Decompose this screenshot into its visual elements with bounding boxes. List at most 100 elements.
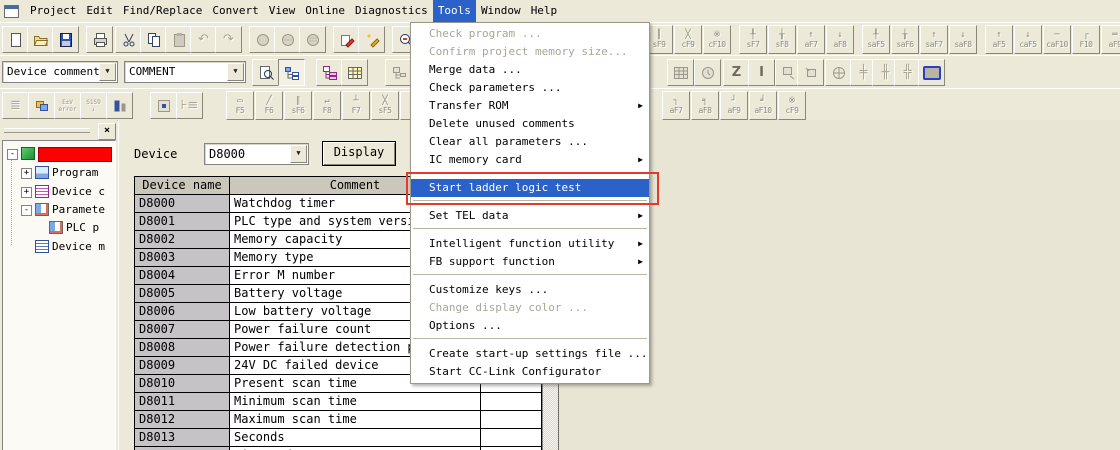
ladder-tool-button[interactable]: ╳ cF9 bbox=[674, 25, 702, 54]
menu-item[interactable]: Customize keys ... ▶ bbox=[411, 281, 649, 299]
comment-cell[interactable]: Minimum scan time bbox=[230, 393, 481, 411]
device-name-cell[interactable]: D8003 bbox=[135, 249, 230, 267]
find-instruction-button[interactable] bbox=[274, 26, 301, 53]
save-button[interactable] bbox=[52, 26, 79, 53]
parameter-grid-button[interactable] bbox=[341, 59, 368, 86]
extra-cell[interactable] bbox=[481, 393, 541, 411]
table-row[interactable]: D8012 Maximum scan time bbox=[135, 411, 541, 429]
tree-item-project-root[interactable]: - bbox=[3, 146, 113, 162]
menubar-item[interactable]: View bbox=[264, 0, 301, 22]
menu-item[interactable]: Intelligent function utility ▶ bbox=[411, 235, 649, 253]
block-monitor-button[interactable] bbox=[106, 92, 133, 119]
device-name-cell[interactable]: D8005 bbox=[135, 285, 230, 303]
fkey-tool-button[interactable]: ↵ F8 bbox=[313, 91, 341, 120]
device-comment-tree-button[interactable] bbox=[316, 59, 343, 86]
undo-button[interactable]: ↶ bbox=[190, 26, 217, 53]
fkey-tool-button[interactable]: ╱ F6 bbox=[255, 91, 283, 120]
project-data-list-button[interactable] bbox=[278, 59, 305, 86]
dropdown-arrow-icon[interactable]: ▼ bbox=[227, 63, 244, 81]
menubar-item[interactable]: Find/Replace bbox=[118, 0, 207, 22]
open-file-button[interactable] bbox=[27, 26, 54, 53]
tree-item-device-comment[interactable]: + Device c bbox=[3, 184, 113, 200]
ladder-tool-button[interactable]: ↑ saF7 bbox=[920, 25, 948, 54]
partial-run-button[interactable] bbox=[28, 92, 55, 119]
menu-item[interactable]: Confirm project memory size... ▶ bbox=[411, 43, 649, 61]
paste-button[interactable] bbox=[165, 26, 192, 53]
device-test-button[interactable] bbox=[150, 92, 177, 119]
insert-nop-button[interactable]: ╬ bbox=[894, 59, 921, 86]
device-name-cell[interactable]: D8001 bbox=[135, 213, 230, 231]
table-row[interactable]: D8013 Seconds bbox=[135, 429, 541, 447]
dropdown-arrow-icon[interactable]: ▼ bbox=[290, 145, 307, 163]
new-file-button[interactable] bbox=[2, 26, 29, 53]
menubar-item[interactable]: Project bbox=[25, 0, 81, 22]
ladder-tool-button[interactable]: ╁ sF8 bbox=[768, 25, 796, 54]
ladder-tool-button[interactable]: ※ cF10 bbox=[703, 25, 731, 54]
data-kind-combobox[interactable]: Device comment ▼ bbox=[2, 61, 118, 83]
menu-item[interactable]: ▶ bbox=[413, 274, 647, 278]
device-name-cell[interactable]: D8006 bbox=[135, 303, 230, 321]
menu-item[interactable]: Merge data ... ▶ bbox=[411, 61, 649, 79]
menu-item[interactable]: Clear all parameters ... ▶ bbox=[411, 133, 649, 151]
ladder-tool-button[interactable]: ↓ aF8 bbox=[826, 25, 854, 54]
statement-edit-button[interactable] bbox=[358, 26, 385, 53]
tree-item-parameter[interactable]: - Paramete bbox=[3, 202, 113, 218]
data-name-combobox[interactable]: COMMENT ▼ bbox=[124, 61, 246, 83]
device-name-cell[interactable]: D8013 bbox=[135, 429, 230, 447]
menubar-item[interactable]: Edit bbox=[81, 0, 118, 22]
device-combobox[interactable]: D8000 ▼ bbox=[204, 143, 309, 165]
expand-toggle[interactable]: - bbox=[7, 149, 18, 160]
menubar-item[interactable]: Convert bbox=[207, 0, 263, 22]
tile-button[interactable] bbox=[797, 59, 824, 86]
menu-item[interactable]: Set TEL data ▶ bbox=[411, 207, 649, 225]
ladder-tool-button[interactable]: ↑ aF7 bbox=[797, 25, 825, 54]
ladder-tool-button[interactable]: ↓ saF8 bbox=[949, 25, 977, 54]
device-name-cell[interactable]: D8012 bbox=[135, 411, 230, 429]
comment-cell[interactable]: Seconds bbox=[230, 429, 481, 447]
ladder-tool-button[interactable]: ↑ aF5 bbox=[985, 25, 1013, 54]
monitor-button[interactable] bbox=[918, 59, 945, 86]
menubar-item[interactable]: Diagnostics bbox=[350, 0, 433, 22]
device-name-cell[interactable]: D8009 bbox=[135, 357, 230, 375]
device-name-cell[interactable]: D8004 bbox=[135, 267, 230, 285]
doc-find-button[interactable] bbox=[252, 59, 279, 86]
device-name-cell[interactable]: D8008 bbox=[135, 339, 230, 357]
device-name-cell[interactable]: D8000 bbox=[135, 195, 230, 213]
fkey-tool-button[interactable]: ※ cF9 bbox=[778, 91, 806, 120]
ladder-tool-button[interactable]: ╁ saF6 bbox=[891, 25, 919, 54]
error-jump-button[interactable]: E±Verror bbox=[54, 92, 81, 119]
fkey-tool-button[interactable]: ╳ sF5 bbox=[371, 91, 399, 120]
expand-toggle[interactable]: + bbox=[21, 187, 32, 198]
list-mode-button[interactable]: I bbox=[748, 59, 775, 86]
fkey-tool-button[interactable]: ▭ F5 bbox=[226, 91, 254, 120]
menu-item[interactable]: Check program ... ▶ bbox=[411, 25, 649, 43]
menu-item[interactable]: Transfer ROM ▶ bbox=[411, 97, 649, 115]
ladder-tool-button[interactable]: ─ caF10 bbox=[1043, 25, 1071, 54]
menu-item[interactable]: Check parameters ... ▶ bbox=[411, 79, 649, 97]
menu-item[interactable]: Options ... ▶ bbox=[411, 317, 649, 335]
skip-run-button[interactable]: ⊦≡ bbox=[176, 92, 203, 119]
comment-cell[interactable]: Maximum scan time bbox=[230, 411, 481, 429]
close-icon[interactable]: × bbox=[98, 123, 116, 140]
ladder-tool-button[interactable]: ═ aF9 bbox=[1101, 25, 1120, 54]
step-run-button[interactable]: ≣ bbox=[2, 92, 29, 119]
fkey-tool-button[interactable]: ∥ sF6 bbox=[284, 91, 312, 120]
ladder-tool-button[interactable]: ╀ saF5 bbox=[862, 25, 890, 54]
menu-item[interactable]: Start CC-Link Configurator ▶ bbox=[411, 363, 649, 381]
redo-button[interactable]: ↷ bbox=[215, 26, 242, 53]
tree-item-program[interactable]: + Program bbox=[3, 165, 113, 181]
fkey-tool-button[interactable]: ╕ aF8 bbox=[691, 91, 719, 120]
step-no-button[interactable]: S1S9↓ bbox=[80, 92, 107, 119]
expand-toggle[interactable]: + bbox=[21, 168, 32, 179]
menu-item[interactable]: FB support function ▶ bbox=[411, 253, 649, 271]
menubar-item[interactable]: Help bbox=[526, 0, 563, 22]
display-button[interactable]: Display bbox=[322, 141, 396, 166]
menu-item[interactable]: Change display color ... ▶ bbox=[411, 299, 649, 317]
ladder-tool-button[interactable]: ↓ caF5 bbox=[1014, 25, 1042, 54]
extra-cell[interactable] bbox=[481, 429, 541, 447]
device-name-cell[interactable]: D8002 bbox=[135, 231, 230, 249]
ladder-mode-button[interactable]: Z bbox=[723, 59, 750, 86]
tree-item-device-memory[interactable]: Device m bbox=[3, 239, 113, 255]
print-button[interactable] bbox=[86, 26, 113, 53]
find-device-button[interactable] bbox=[249, 26, 276, 53]
